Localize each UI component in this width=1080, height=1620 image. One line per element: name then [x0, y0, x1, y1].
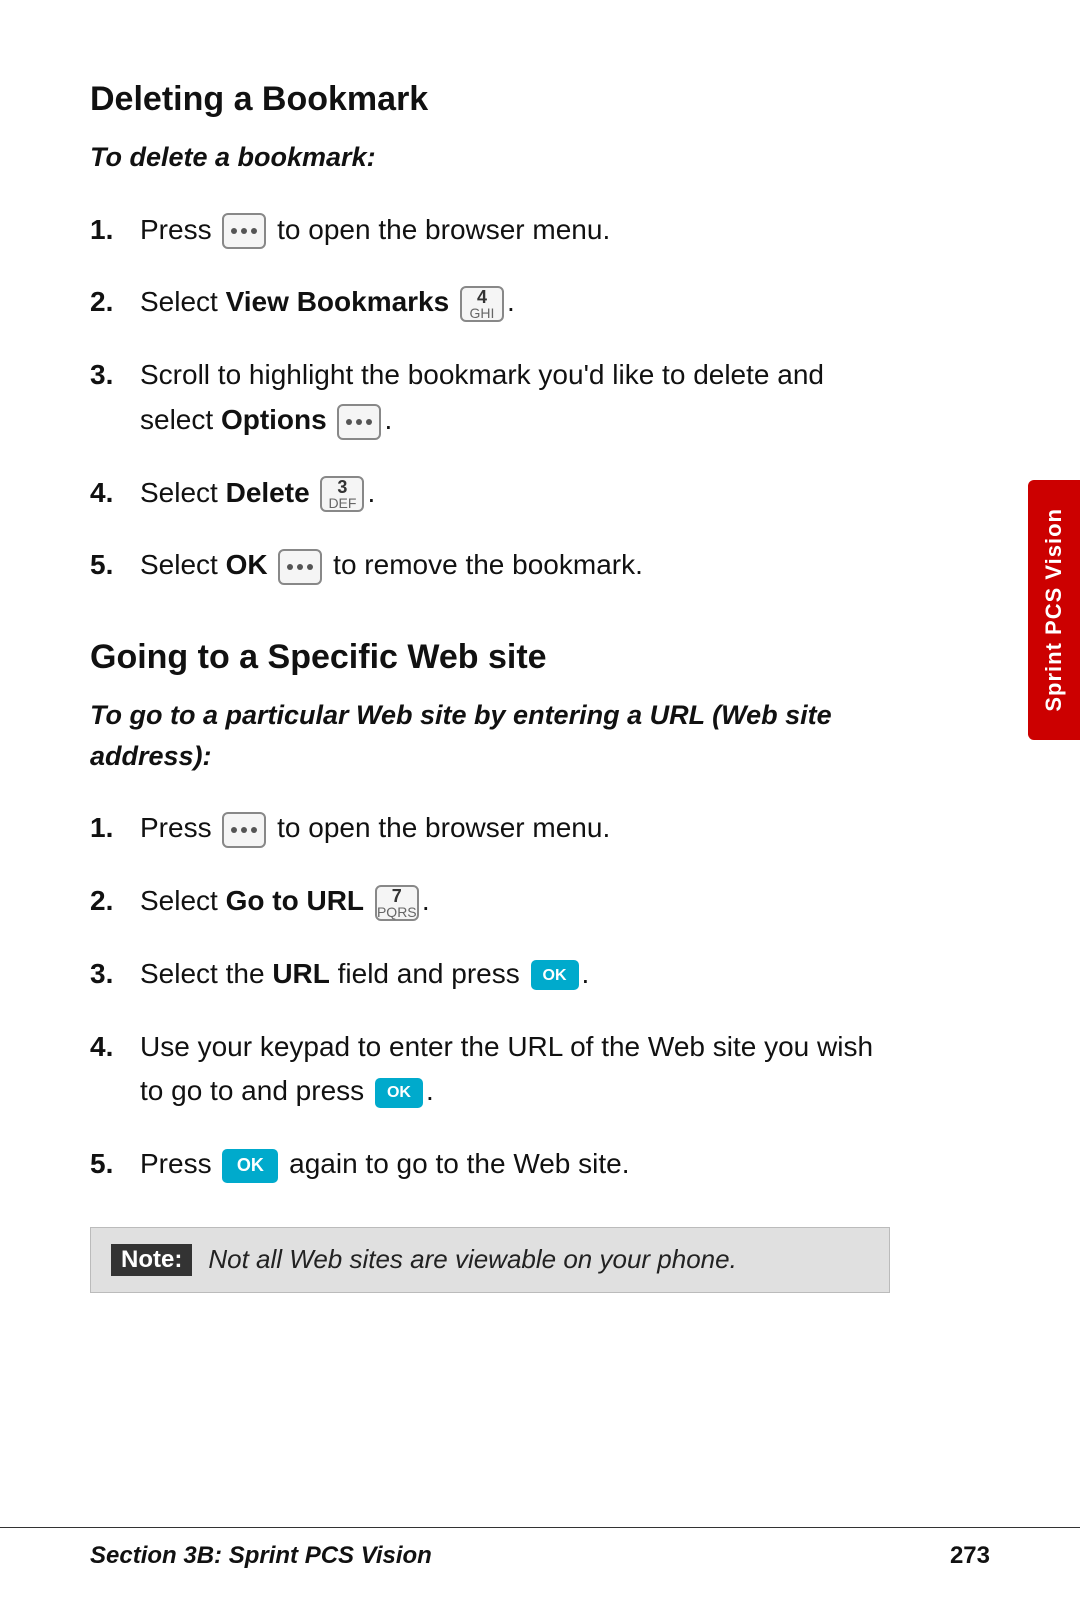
ok-button-icon-3: OK [222, 1149, 278, 1183]
menu-icon [222, 213, 266, 249]
note-box: Note: Not all Web sites are viewable on … [90, 1227, 890, 1293]
list-item: 4. Select Delete 3DEF . [90, 471, 890, 516]
key4-icon: 4GHI [460, 286, 504, 322]
step-number: 4. [90, 1025, 140, 1070]
step-number: 2. [90, 879, 140, 924]
key3-icon: 3DEF [320, 476, 364, 512]
step-content: Press OK again to go to the Web site. [140, 1142, 890, 1187]
step-content: Select Delete 3DEF . [140, 471, 890, 516]
step-number: 5. [90, 543, 140, 588]
step-content: Select Go to URL 7PQRS . [140, 879, 890, 924]
step-number: 3. [90, 952, 140, 997]
step-content: Use your keypad to enter the URL of the … [140, 1025, 890, 1115]
footer-page-number: 273 [950, 1542, 990, 1570]
list-item: 1. Press to open the browser menu. [90, 806, 890, 851]
steps-list-delete: 1. Press to open the browser menu. 2. Se… [90, 208, 890, 589]
list-item: 4. Use your keypad to enter the URL of t… [90, 1025, 890, 1115]
list-item: 3. Scroll to highlight the bookmark you'… [90, 353, 890, 443]
step-number: 4. [90, 471, 140, 516]
step-content: Press to open the browser menu. [140, 806, 890, 851]
list-item: 3. Select the URL field and press OK. [90, 952, 890, 997]
step-number: 5. [90, 1142, 140, 1187]
menu-icon-2 [222, 812, 266, 848]
page-footer: Section 3B: Sprint PCS Vision 273 [0, 1527, 1080, 1570]
ok-menu-icon [278, 549, 322, 585]
list-item: 2. Select Go to URL 7PQRS . [90, 879, 890, 924]
intro-delete: To delete a bookmark: [90, 137, 890, 178]
step-content: Select the URL field and press OK. [140, 952, 890, 997]
section-heading-goto: Going to a Specific Web site [90, 638, 890, 677]
step-number: 1. [90, 208, 140, 253]
menu-options-icon [337, 404, 381, 440]
note-text: Not all Web sites are viewable on your p… [208, 1244, 736, 1275]
sidebar-tab: Sprint PCS Vision [1028, 480, 1080, 740]
footer-section-label: Section 3B: Sprint PCS Vision [90, 1542, 432, 1570]
note-label: Note: [111, 1244, 192, 1276]
steps-list-goto: 1. Press to open the browser menu. 2. Se… [90, 806, 890, 1187]
step-content: Select View Bookmarks 4GHI . [140, 280, 890, 325]
step-content: Scroll to highlight the bookmark you'd l… [140, 353, 890, 443]
section-heading-delete: Deleting a Bookmark [90, 80, 890, 119]
list-item: 5. Select OK to remove the bookmark. [90, 543, 890, 588]
ok-button-icon-2: OK [375, 1078, 423, 1108]
step-content: Select OK to remove the bookmark. [140, 543, 890, 588]
sidebar-tab-label: Sprint PCS Vision [1040, 508, 1069, 712]
intro-goto: To go to a particular Web site by enteri… [90, 695, 890, 776]
key7-icon: 7PQRS [375, 885, 419, 921]
step-number: 2. [90, 280, 140, 325]
step-number: 1. [90, 806, 140, 851]
list-item: 1. Press to open the browser menu. [90, 208, 890, 253]
step-content: Press to open the browser menu. [140, 208, 890, 253]
list-item: 2. Select View Bookmarks 4GHI . [90, 280, 890, 325]
page-content: Deleting a Bookmark To delete a bookmark… [0, 0, 980, 1373]
list-item: 5. Press OK again to go to the Web site. [90, 1142, 890, 1187]
step-number: 3. [90, 353, 140, 398]
ok-button-icon-1: OK [531, 960, 579, 990]
